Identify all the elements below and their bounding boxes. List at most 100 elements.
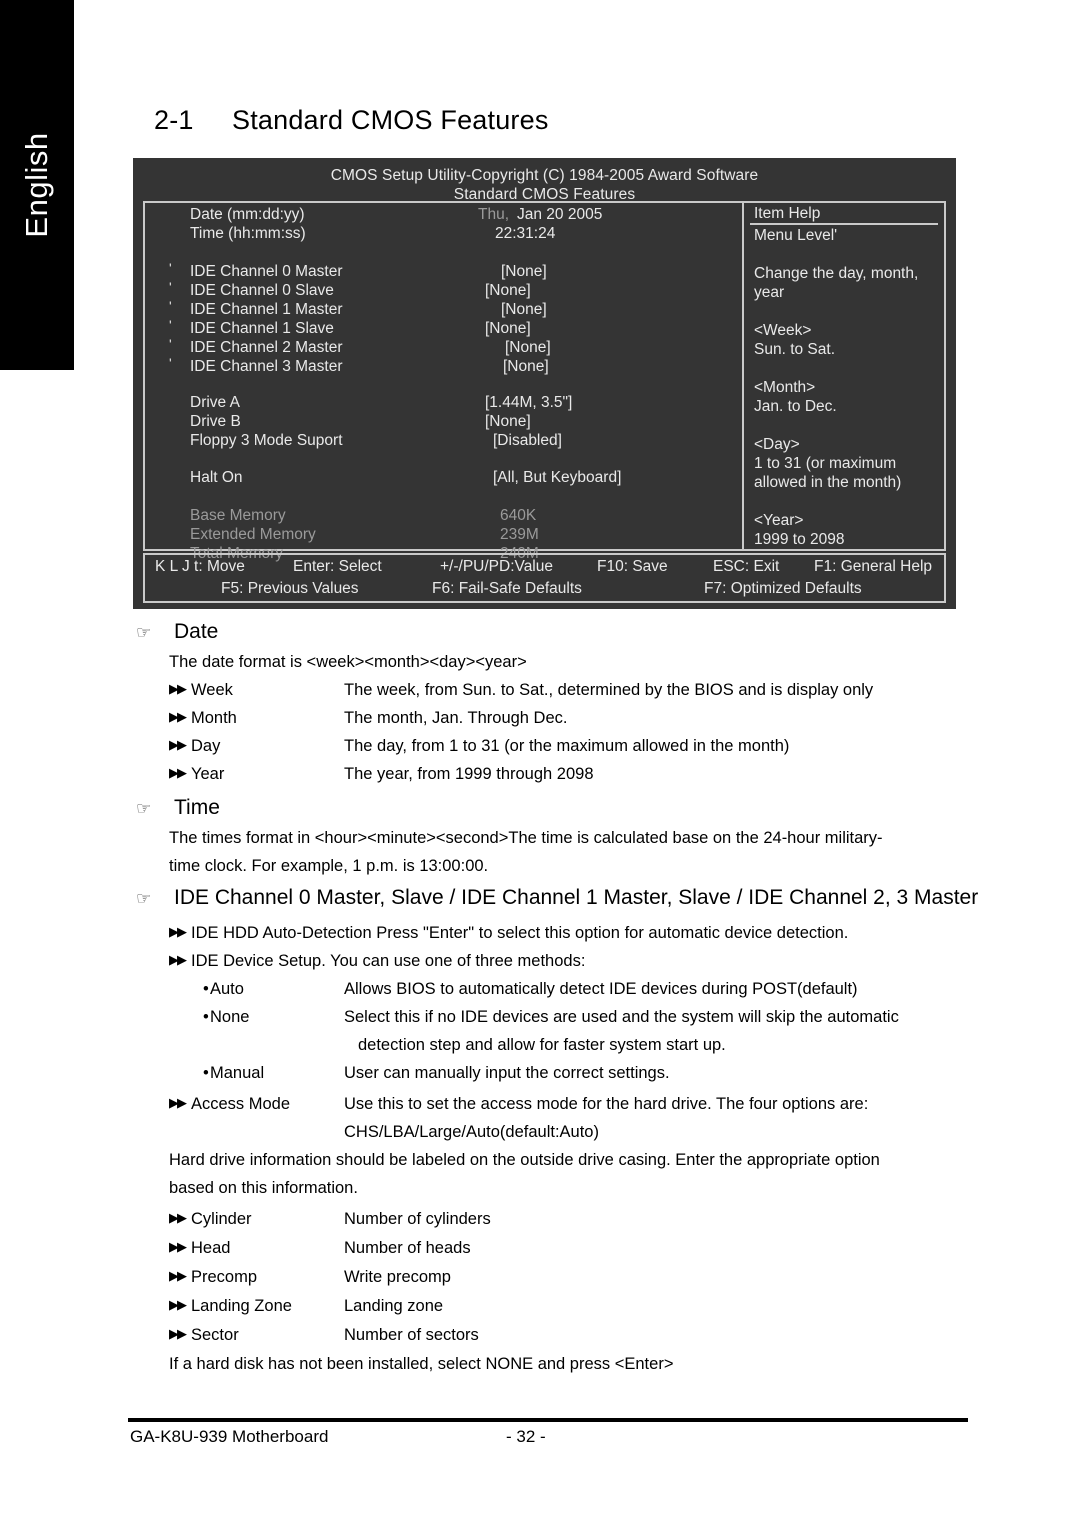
bios-row-ide-ch1-master[interactable]: ' IDE Channel 1 Master [None] [145, 298, 742, 319]
heading-date: ☞ Date [136, 620, 218, 644]
bios-label-ide-ch2-master: IDE Channel 2 Master [190, 339, 343, 356]
item-help-header: Item Help [750, 205, 938, 225]
bios-row-halt-on[interactable]: Halt On [All, But Keyboard] [145, 468, 742, 487]
bios-label-extended-memory: Extended Memory [190, 526, 316, 543]
bios-value-drive-b: [None] [485, 413, 531, 430]
bios-copyright-line: CMOS Setup Utility-Copyright (C) 1984-20… [330, 167, 759, 184]
bios-value-base-memory: 640K [500, 507, 537, 524]
heading-time: ☞ Time [136, 796, 220, 820]
footer-divider [128, 1418, 968, 1422]
footer-product-name: GA-K8U-939 Motherboard [130, 1427, 329, 1446]
double-arrow-icon: ▶▶ [169, 953, 187, 968]
submenu-arrow-icon: ' [169, 317, 172, 333]
hdd-info-line2: based on this information. [169, 1179, 358, 1197]
page-content: 2-1 Standard CMOS Features CMOS Setup Ut… [128, 0, 978, 1532]
bios-row-ide-ch3-master[interactable]: ' IDE Channel 3 Master [None] [145, 355, 742, 376]
double-arrow-icon: ▶▶ [169, 1327, 187, 1342]
bios-value-ide-ch1-slave: [None] [485, 320, 531, 337]
submenu-arrow-icon: ' [169, 279, 172, 295]
double-arrow-icon: ▶▶ [169, 1240, 187, 1255]
help-text-line: year [754, 284, 785, 301]
desc-week: The week, from Sun. to Sat., determined … [344, 681, 874, 699]
help-text-line: 1 to 31 (or maximum [754, 455, 897, 472]
desc-month: The month, Jan. Through Dec. [344, 709, 568, 727]
bios-label-base-memory: Base Memory [190, 507, 286, 524]
bios-title-bar: CMOS Setup Utility-Copyright (C) 1984-20… [135, 160, 954, 204]
pointing-hand-icon: ☞ [136, 889, 152, 909]
bios-label-ide-ch1-master: IDE Channel 1 Master [190, 301, 343, 318]
term-month: Month [191, 709, 237, 727]
heading-time-label: Time [174, 796, 220, 819]
key-previous-values: F5: Previous Values [221, 580, 359, 597]
bios-value-ide-ch3-master: [None] [503, 358, 549, 375]
hdd-info-line1: Hard drive information should be labeled… [169, 1151, 880, 1169]
bios-label-drive-a: Drive A [190, 394, 240, 411]
bios-row-drive-b[interactable]: Drive B [None] [145, 412, 742, 431]
bios-row-extended-memory: Extended Memory 239M [145, 525, 742, 544]
key-select: Enter: Select [293, 558, 382, 575]
key-general-help: F1: General Help [814, 558, 933, 575]
submenu-arrow-icon: ' [169, 355, 172, 371]
page-title: 2-1 Standard CMOS Features [154, 105, 549, 136]
bios-label-floppy-3-mode: Floppy 3 Mode Suport [190, 432, 343, 449]
heading-ide-channels-label: IDE Channel 0 Master, Slave / IDE Channe… [174, 886, 979, 909]
time-format-text-line1: The times format in <hour><minute><secon… [169, 829, 883, 847]
bios-row-drive-a[interactable]: Drive A [1.44M, 3.5"] [145, 393, 742, 412]
heading-date-label: Date [174, 620, 219, 643]
key-optimized: F7: Optimized Defaults [704, 580, 862, 597]
bios-row-time[interactable]: Time (hh:mm:ss) 22:31:24 [145, 224, 742, 243]
term-none: None [210, 1008, 250, 1026]
desc-ide-device-setup: IDE Device Setup. You can use one of thr… [191, 952, 586, 970]
double-arrow-icon: ▶▶ [169, 766, 187, 781]
term-auto: Auto [210, 980, 244, 998]
key-value: +/-/PU/PD:Value [440, 558, 553, 575]
help-text-line: <Year> [754, 512, 804, 529]
key-exit: ESC: Exit [713, 558, 780, 575]
double-arrow-icon: ▶▶ [169, 738, 187, 753]
footer-page-number: - 32 - [506, 1427, 546, 1446]
date-format-text: The date format is <week><month><day><ye… [169, 653, 527, 671]
bios-row-ide-ch0-master[interactable]: ' IDE Channel 0 Master [None] [145, 260, 742, 281]
double-arrow-icon: ▶▶ [169, 682, 187, 697]
pointing-hand-icon: ☞ [136, 623, 152, 643]
desc-landing-zone: Landing zone [344, 1297, 444, 1315]
bios-value-floppy-3-mode: [Disabled] [493, 432, 562, 449]
term-day: Day [191, 737, 221, 755]
bios-row-ide-ch0-slave[interactable]: ' IDE Channel 0 Slave [None] [145, 279, 742, 300]
bios-label-ide-ch1-slave: IDE Channel 1 Slave [190, 320, 334, 337]
language-tab: English [0, 0, 74, 370]
key-save: F10: Save [597, 558, 668, 575]
bios-value-date-weekday: Thu, [478, 206, 510, 223]
help-text-line: Jan. to Dec. [754, 398, 837, 415]
bios-label-time: Time (hh:mm:ss) [190, 225, 306, 242]
desc-day: The day, from 1 to 31 (or the maximum al… [344, 737, 790, 755]
bullet-dot-icon: • [203, 1064, 209, 1082]
help-text-line: Change the day, month, [754, 265, 919, 282]
bios-row-ide-ch1-slave[interactable]: ' IDE Channel 1 Slave [None] [145, 317, 742, 338]
desc-precomp: Write precomp [344, 1268, 451, 1286]
desc-none: Select this if no IDE devices are used a… [344, 1008, 899, 1026]
closing-note: If a hard disk has not been installed, s… [169, 1355, 674, 1373]
key-fail-safe: F6: Fail-Safe Defaults [432, 580, 582, 597]
bios-row-date[interactable]: Date (mm:dd:yy) Thu, Jan 20 2005 [145, 205, 742, 224]
double-arrow-icon: ▶▶ [169, 1211, 187, 1226]
bios-label-date: Date (mm:dd:yy) [190, 206, 305, 223]
double-arrow-icon: ▶▶ [169, 1096, 187, 1111]
double-arrow-icon: ▶▶ [169, 1269, 187, 1284]
language-tab-label: English [19, 132, 54, 238]
bios-row-floppy-3-mode[interactable]: Floppy 3 Mode Suport [Disabled] [145, 431, 742, 450]
bios-setup-screen: CMOS Setup Utility-Copyright (C) 1984-20… [133, 158, 956, 609]
term-landing-zone: Landing Zone [191, 1297, 292, 1315]
heading-ide-channels: ☞ IDE Channel 0 Master, Slave / IDE Chan… [136, 886, 978, 910]
term-manual: Manual [210, 1064, 265, 1082]
bios-row-base-memory: Base Memory 640K [145, 506, 742, 525]
help-text-line: allowed in the month) [754, 474, 902, 491]
time-format-text-line2: time clock. For example, 1 p.m. is 13:00… [169, 857, 489, 875]
help-text-line: <Day> [754, 436, 800, 453]
section-number: 2-1 [154, 105, 194, 135]
term-week: Week [191, 681, 233, 699]
desc-year: The year, from 1999 through 2098 [344, 765, 594, 783]
menu-level-label: Menu Level' [754, 227, 838, 244]
bios-row-ide-ch2-master[interactable]: ' IDE Channel 2 Master [None] [145, 336, 742, 357]
submenu-arrow-icon: ' [169, 298, 172, 314]
